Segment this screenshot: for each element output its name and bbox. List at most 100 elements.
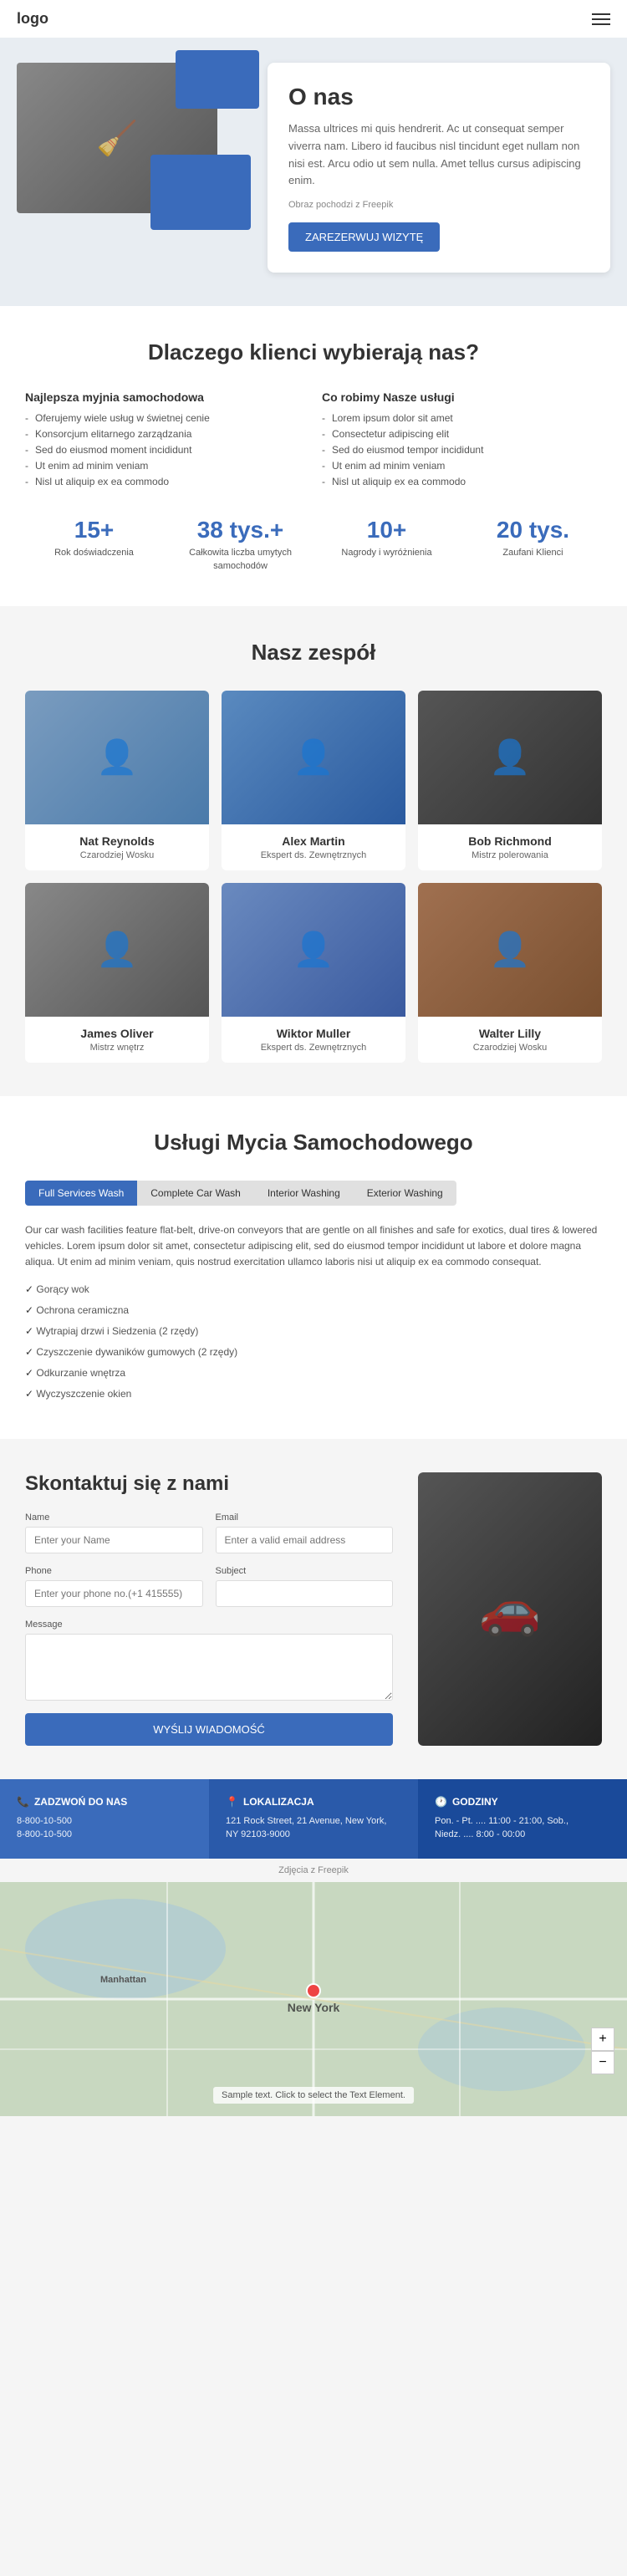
tab-exterior[interactable]: Exterior Washing xyxy=(354,1181,456,1206)
team-card-3: 👤 James Oliver Mistrz wnętrz xyxy=(25,883,209,1063)
contact-section: Skontaktuj się z nami Name Email Phone S… xyxy=(0,1439,627,1779)
stat-num: 15+ xyxy=(25,517,163,543)
why-grid: Najlepsza myjnia samochodowa Oferujemy w… xyxy=(25,390,602,492)
form-group-name: Name xyxy=(25,1512,203,1553)
service-description: Our car wash facilities feature flat-bel… xyxy=(25,1222,602,1271)
hero-text: Massa ultrices mi quis hendrerit. Ac ut … xyxy=(288,120,589,190)
clock-icon xyxy=(435,1796,447,1808)
subject-input[interactable] xyxy=(216,1580,394,1607)
why-col2-list: Lorem ipsum dolor sit amet Consectetur a… xyxy=(322,412,602,487)
car-icon: 🚗 xyxy=(479,1579,542,1639)
person-icon: 👤 xyxy=(418,883,602,1017)
team-role: Ekspert ds. Zewnętrznych xyxy=(230,850,397,860)
form-group-phone: Phone xyxy=(25,1566,203,1607)
list-item: Oferujemy wiele usług w świetnej cenie xyxy=(25,412,305,424)
zoom-out-button[interactable]: − xyxy=(591,2051,614,2074)
team-role: Mistrz polerowania xyxy=(426,850,594,860)
services-section: Usługi Mycia Samochodowego Full Services… xyxy=(0,1096,627,1439)
stat-num: 10+ xyxy=(318,517,456,543)
form-group-subject: Subject xyxy=(216,1566,394,1607)
team-info: James Oliver Mistrz wnętrz xyxy=(25,1017,209,1063)
why-col1-list: Oferujemy wiele usług w świetnej cenie K… xyxy=(25,412,305,487)
why-section: Dlaczego klienci wybierają nas? Najlepsz… xyxy=(0,306,627,606)
location-icon xyxy=(226,1796,238,1808)
list-item: Ochrona ceramiczna xyxy=(25,1300,602,1321)
phone-input[interactable] xyxy=(25,1580,203,1607)
info-box-location-lines: 121 Rock Street, 21 Avenue, New York, NY… xyxy=(226,1814,401,1842)
service-list: Gorący wok Ochrona ceramiczna Wytrapiaj … xyxy=(25,1279,602,1405)
team-photo-james: 👤 xyxy=(25,883,209,1017)
team-name: Alex Martin xyxy=(230,834,397,848)
team-title: Nasz zespół xyxy=(25,640,602,666)
team-role: Czarodziej Wosku xyxy=(426,1043,594,1053)
stat-box-3: 20 tys. Zaufani Klienci xyxy=(464,517,602,573)
map-roads-svg: New York Manhattan xyxy=(0,1882,627,2116)
hero-accent-bottom xyxy=(150,155,251,230)
list-item: Ut enim ad minim veniam xyxy=(25,460,305,472)
stat-label: Nagrody i wyróżnienia xyxy=(318,547,456,559)
list-item: Sed do eiusmod moment incididunt xyxy=(25,444,305,456)
info-source: Zdjęcia z Freepik xyxy=(0,1859,627,1882)
logo: logo xyxy=(17,10,48,28)
tab-interior[interactable]: Interior Washing xyxy=(254,1181,354,1206)
map-zoom-controls: + − xyxy=(591,2028,614,2074)
message-label: Message xyxy=(25,1620,393,1630)
contact-title: Skontaktuj się z nami xyxy=(25,1472,393,1496)
name-input[interactable] xyxy=(25,1527,203,1553)
form-row-1: Name Email xyxy=(25,1512,393,1553)
list-item: Odkurzanie wnętrza xyxy=(25,1363,602,1384)
list-item: Ut enim ad minim veniam xyxy=(322,460,602,472)
svg-text:Manhattan: Manhattan xyxy=(100,1975,146,1985)
message-textarea[interactable] xyxy=(25,1634,393,1701)
list-item: Czyszczenie dywaników gumowych (2 rzędy) xyxy=(25,1342,602,1363)
stat-num: 20 tys. xyxy=(464,517,602,543)
team-info: Walter Lilly Czarodziej Wosku xyxy=(418,1017,602,1063)
list-item: Sed do eiusmod tempor incididunt xyxy=(322,444,602,456)
hero-images: 🧹 xyxy=(17,63,251,213)
contact-image: 🚗 xyxy=(418,1472,602,1746)
why-title: Dlaczego klienci wybierają nas? xyxy=(25,339,602,365)
info-box-hours: GODZINY Pon. - Pt. .... 11:00 - 21:00, S… xyxy=(418,1779,627,1859)
hero-card: O nas Massa ultrices mi quis hendrerit. … xyxy=(268,63,610,273)
service-content: Our car wash facilities feature flat-bel… xyxy=(25,1222,602,1405)
team-name: Walter Lilly xyxy=(426,1027,594,1040)
team-name: James Oliver xyxy=(33,1027,201,1040)
team-info: Alex Martin Ekspert ds. Zewnętrznych xyxy=(222,824,405,870)
stat-num: 38 tys.+ xyxy=(171,517,309,543)
person-icon: 👤 xyxy=(25,691,209,824)
team-photo-alex: 👤 xyxy=(222,691,405,824)
team-name: Bob Richmond xyxy=(426,834,594,848)
info-box-hours-title: GODZINY xyxy=(435,1796,610,1808)
header: logo xyxy=(0,0,627,38)
subject-label: Subject xyxy=(216,1566,394,1576)
team-photo-bob: 👤 xyxy=(418,691,602,824)
hero-section: 🧹 O nas Massa ultrices mi quis hendrerit… xyxy=(0,38,627,306)
hero-title: O nas xyxy=(288,84,589,110)
list-item: Wytrapiaj drzwi i Siedzenia (2 rzędy) xyxy=(25,1321,602,1342)
stats-row: 15+ Rok doświadczenia 38 tys.+ Całkowita… xyxy=(25,517,602,573)
stat-label: Zaufani Klienci xyxy=(464,547,602,559)
list-item: Konsorcjum elitarnego zarządzania xyxy=(25,428,305,440)
services-tabs: Full Services Wash Complete Car Wash Int… xyxy=(25,1181,602,1206)
info-box-phone: ZADZWOŃ DO NAS 8-800-10-500 8-800-10-500 xyxy=(0,1779,209,1859)
submit-button[interactable]: WYŚLIJ WIADOMOŚĆ xyxy=(25,1713,393,1746)
why-col-2: Co robimy Nasze usługi Lorem ipsum dolor… xyxy=(322,390,602,492)
form-row-2: Phone Subject xyxy=(25,1566,393,1607)
tab-full-services[interactable]: Full Services Wash xyxy=(25,1181,137,1206)
info-box-phone-lines: 8-800-10-500 8-800-10-500 xyxy=(17,1814,192,1842)
hamburger-menu[interactable] xyxy=(592,13,610,25)
list-item: Nisl ut aliquip ex ea commodo xyxy=(25,476,305,487)
email-input[interactable] xyxy=(216,1527,394,1553)
svg-text:New York: New York xyxy=(288,2001,340,2014)
map-section: New York Manhattan + − Sample text. Clic… xyxy=(0,1882,627,2116)
tab-complete-wash[interactable]: Complete Car Wash xyxy=(137,1181,254,1206)
person-icon: 👤 xyxy=(25,883,209,1017)
zoom-in-button[interactable]: + xyxy=(591,2028,614,2051)
list-item: Gorący wok xyxy=(25,1279,602,1300)
team-info: Nat Reynolds Czarodziej Wosku xyxy=(25,824,209,870)
team-name: Wiktor Muller xyxy=(230,1027,397,1040)
stat-box-2: 10+ Nagrody i wyróżnienia xyxy=(318,517,456,573)
team-role: Mistrz wnętrz xyxy=(33,1043,201,1053)
reserve-button[interactable]: ZAREZERWUJ WIZYTĘ xyxy=(288,222,440,252)
why-col-1: Najlepsza myjnia samochodowa Oferujemy w… xyxy=(25,390,305,492)
